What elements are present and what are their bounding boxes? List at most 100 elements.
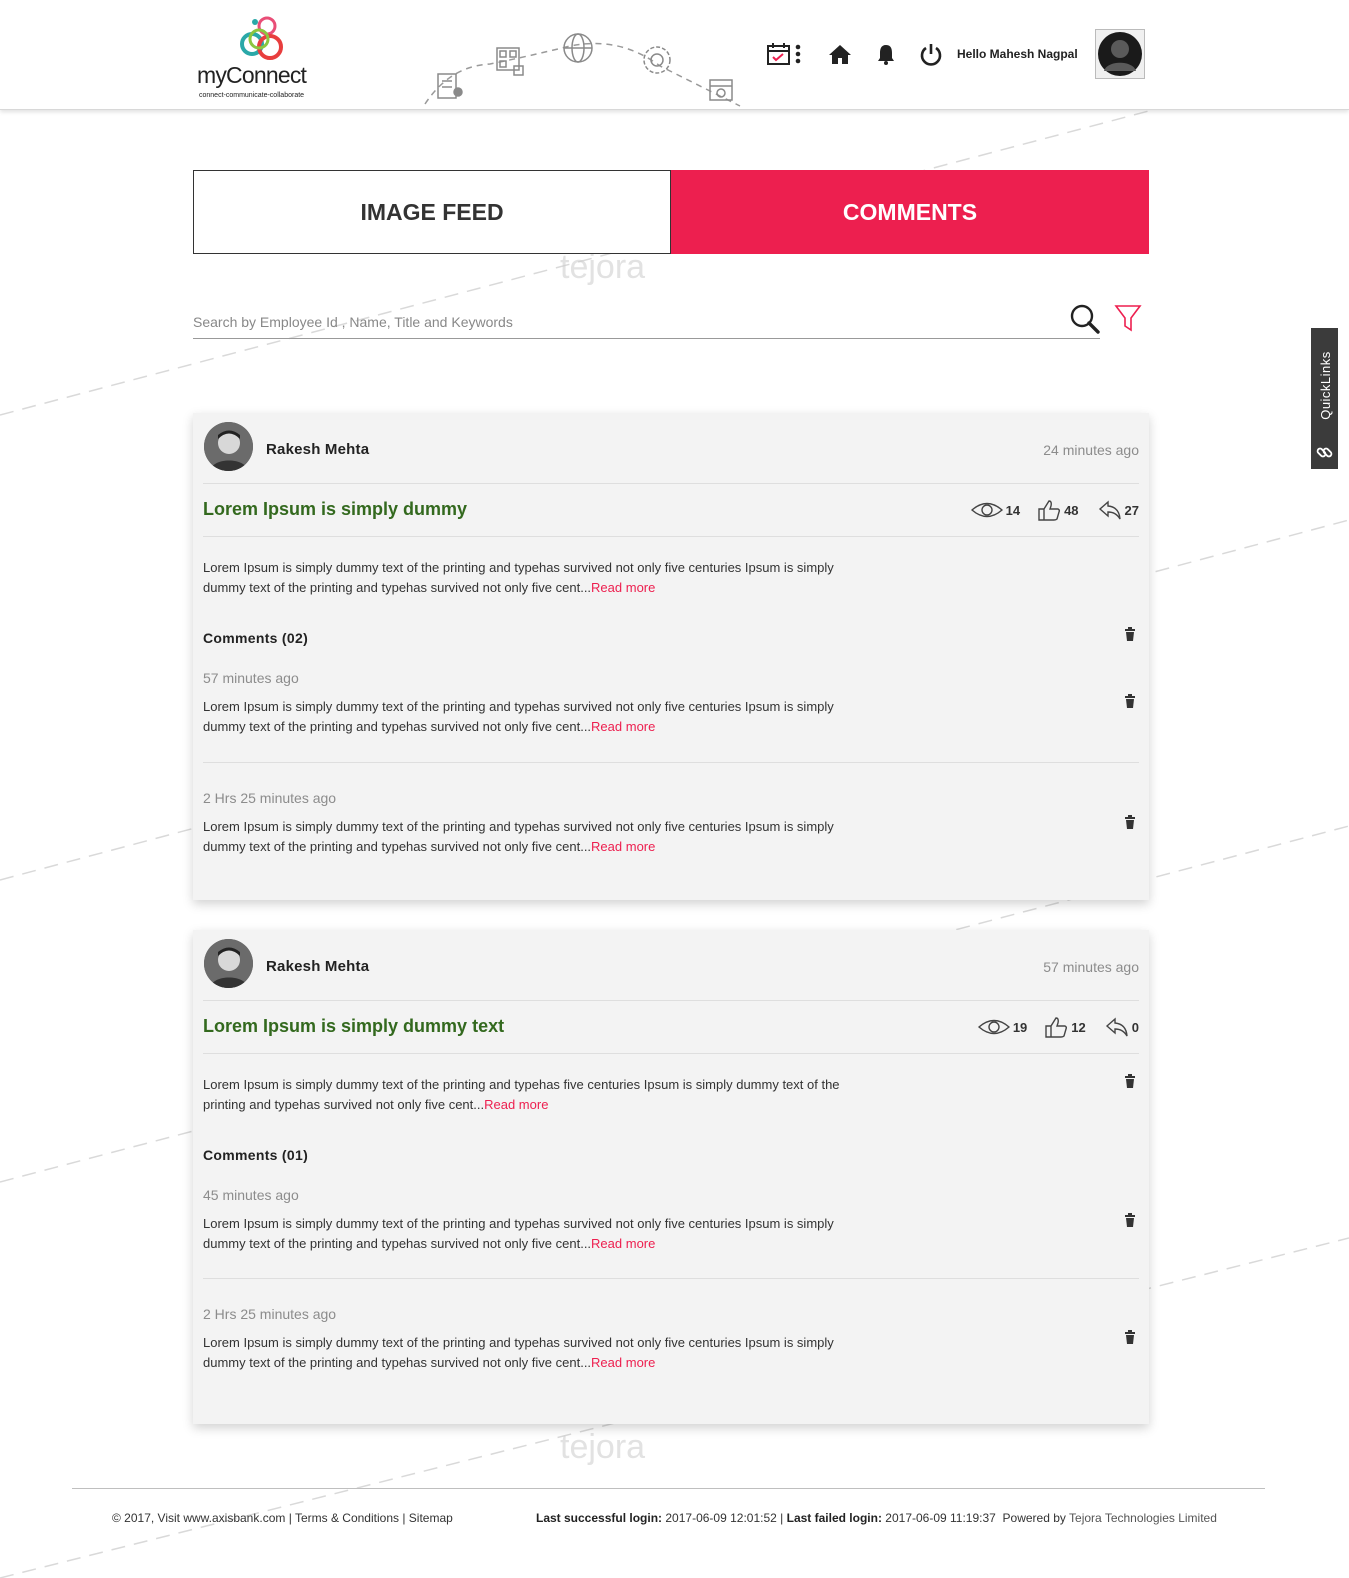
replies-stat[interactable]: 0 [1105,1016,1139,1038]
comment-time: 2 Hrs 25 minutes ago [203,1306,337,1322]
site-link[interactable]: www.axisbank.com [183,1511,285,1525]
home-icon[interactable] [825,36,855,72]
post-body: Lorem Ipsum is simply dummy text of the … [203,558,863,598]
last-success-label: Last successful login: [536,1511,663,1525]
login-info: Last successful login: 2017-06-09 12:01:… [536,1511,1217,1525]
thumbs-up-icon [1038,500,1061,521]
views-stat[interactable]: 14 [970,501,1021,519]
read-more-link[interactable]: Read more [591,719,655,734]
reply-icon [1105,1017,1128,1037]
post-card: Rakesh Mehta 24 minutes ago Lorem Ipsum … [193,413,1149,900]
replies-count: 0 [1131,1019,1139,1035]
feed-tabs: IMAGE FEED COMMENTS [193,170,1149,254]
calendar-money-icon [709,79,733,101]
thumbs-up-icon [1045,1017,1068,1038]
divider [203,1000,1139,1001]
comment-time: 45 minutes ago [203,1187,299,1203]
last-success-value: 2017-06-09 12:01:52 [665,1511,777,1525]
read-more-link[interactable]: Read more [591,839,655,854]
tab-image-feed[interactable]: IMAGE FEED [193,170,671,254]
divider [203,1053,1139,1054]
terms-link[interactable]: Terms & Conditions [295,1511,399,1525]
author-name[interactable]: Rakesh Mehta [266,441,369,458]
comments-heading: Comments (01) [203,1147,309,1163]
comment-body: Lorem Ipsum is simply dummy text of the … [203,1214,863,1254]
company-link[interactable]: Tejora Technologies Limited [1069,1511,1217,1525]
last-failed-label: Last failed login: [786,1511,882,1525]
reply-icon [1098,500,1121,520]
post-card: Rakesh Mehta 57 minutes ago Lorem Ipsum … [193,930,1149,1424]
trash-icon[interactable] [1124,1213,1136,1227]
qr-code-icon [496,47,524,76]
post-title[interactable]: Lorem Ipsum is simply dummy text [203,1016,504,1037]
author-name[interactable]: Rakesh Mehta [266,958,369,975]
comment-body: Lorem Ipsum is simply dummy text of the … [203,817,863,857]
comment-time: 57 minutes ago [203,670,299,686]
trash-icon[interactable] [1124,1074,1136,1088]
trash-icon[interactable] [1124,815,1136,829]
author-avatar[interactable] [204,422,253,471]
likes-count: 48 [1064,502,1079,518]
comments-heading: Comments (02) [203,630,309,646]
divider [203,536,1139,537]
search-icon[interactable] [1069,303,1101,335]
comment-text: Lorem Ipsum is simply dummy text of the … [203,1216,834,1251]
post-body: Lorem Ipsum is simply dummy text of the … [203,1075,863,1115]
last-failed-value: 2017-06-09 11:19:37 [885,1511,996,1525]
footer-links: © 2017, Visit www.axisbank.com | Terms &… [112,1511,453,1525]
divider [203,762,1139,763]
read-more-link[interactable]: Read more [484,1097,548,1112]
post-time: 57 minutes ago [1043,959,1139,975]
views-count: 19 [1012,1019,1028,1035]
powered-by-label: Powered by [1002,1511,1066,1525]
bell-icon[interactable] [871,36,901,72]
user-silhouette-icon [1098,32,1142,76]
logo-text: myConnect [197,62,307,88]
link-icon [1316,447,1333,458]
footer-divider [72,1488,1265,1489]
author-avatar[interactable] [204,939,253,988]
power-icon[interactable] [916,36,946,72]
copyright-text: © 2017, Visit [112,1511,184,1525]
more-vertical-icon[interactable] [791,36,805,72]
trash-icon[interactable] [1124,627,1136,641]
likes-stat[interactable]: 12 [1044,1016,1086,1038]
user-avatar[interactable] [1095,29,1145,79]
top-header: myConnect connect-communicate-collaborat… [0,0,1349,110]
search-input[interactable] [193,314,1053,330]
trash-icon[interactable] [1124,1330,1136,1344]
search-bar [193,300,1100,339]
post-title[interactable]: Lorem Ipsum is simply dummy [203,499,467,520]
read-more-link[interactable]: Read more [591,1236,655,1251]
post-time: 24 minutes ago [1043,442,1139,458]
read-more-link[interactable]: Read more [591,580,655,595]
comment-text: Lorem Ipsum is simply dummy text of the … [203,1335,834,1370]
app-logo[interactable]: myConnect connect-communicate-collaborat… [197,14,327,102]
comment-body: Lorem Ipsum is simply dummy text of the … [203,1333,863,1373]
replies-stat[interactable]: 27 [1098,499,1139,521]
comment-time: 2 Hrs 25 minutes ago [203,790,337,806]
tab-comments[interactable]: COMMENTS [671,170,1149,254]
post-body-text: Lorem Ipsum is simply dummy text of the … [203,560,834,595]
globe-icon [563,33,593,63]
logo-mark-icon [240,16,283,60]
comment-body: Lorem Ipsum is simply dummy text of the … [203,697,863,737]
eye-icon [977,1019,1010,1035]
quicklinks-label: QuickLinks [1318,351,1333,420]
replies-count: 27 [1124,502,1139,518]
quicklinks-tab[interactable]: QuickLinks [1311,328,1338,469]
logo-tagline: connect-communicate-collaborate [199,92,305,99]
gear-network-icon [643,46,671,74]
sitemap-link[interactable]: Sitemap [409,1511,453,1525]
user-greeting: Hello Mahesh Nagpal [957,47,1078,61]
read-more-link[interactable]: Read more [591,1355,655,1370]
views-count: 14 [1005,502,1021,518]
filter-icon[interactable] [1114,303,1142,333]
divider [203,483,1139,484]
trash-icon[interactable] [1124,694,1136,708]
post-stats: 14 48 27 [957,499,1139,521]
views-stat[interactable]: 19 [977,1018,1028,1036]
person-photo-icon [204,939,253,988]
divider [203,1278,1139,1279]
likes-stat[interactable]: 48 [1037,499,1079,521]
